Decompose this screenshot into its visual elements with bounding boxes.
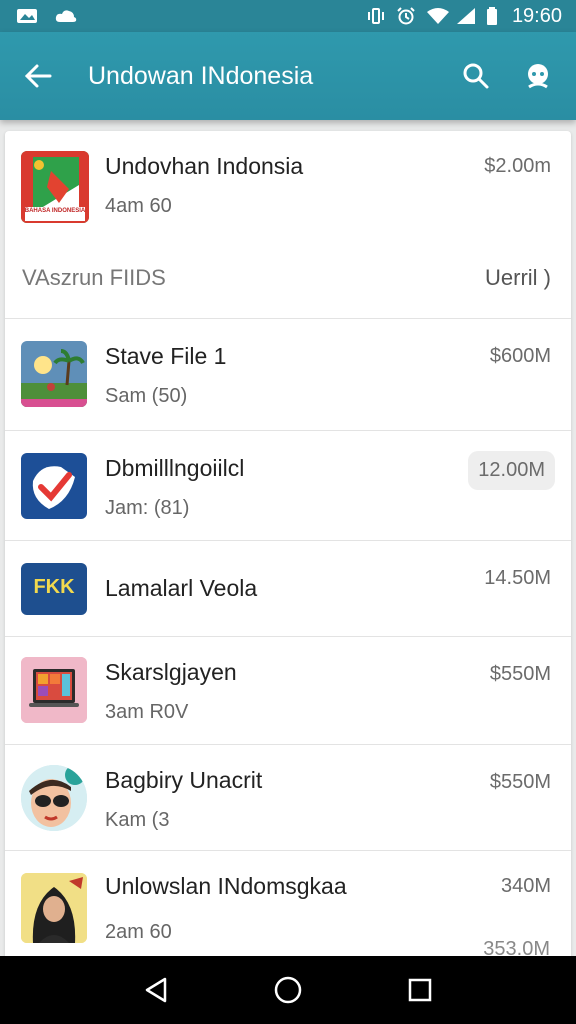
item-subtitle: 2am 60 — [105, 921, 172, 943]
search-button[interactable] — [456, 56, 496, 96]
item-title: Unlowslan INdomsgkaa — [105, 873, 347, 899]
clock: 19:60 — [511, 4, 562, 27]
vibrate-icon — [366, 7, 388, 25]
item-size: $550M — [489, 771, 551, 793]
back-triangle-icon — [145, 977, 167, 1003]
list-item[interactable]: Stave File 1 Sam (50) $600M — [5, 319, 571, 431]
list-item[interactable]: FKK Lamalarl Veola 14.50M — [5, 541, 571, 637]
sunglasses-face-icon — [21, 765, 87, 831]
app-toolbar: Undowan INdonesia — [0, 32, 576, 120]
thumb-text: FKK — [33, 576, 75, 598]
back-button[interactable] — [18, 56, 58, 96]
tablet-app-icon — [21, 657, 87, 723]
item-subtitle: 4am 60 — [105, 195, 172, 217]
search-icon — [463, 63, 489, 89]
list-item[interactable]: Skarslgjayen 3am R0V $550M — [5, 637, 571, 745]
item-size: 12.00M — [468, 451, 555, 490]
download-list: BAHASA INDONESIA Undovhan Indonsia 4am 6… — [5, 131, 571, 961]
back-arrow-icon — [24, 64, 52, 88]
section-action[interactable]: Uerril ) — [485, 265, 551, 291]
item-title: Stave File 1 — [105, 343, 227, 369]
featured-item[interactable]: BAHASA INDONESIA Undovhan Indonsia 4am 6… — [5, 131, 571, 249]
system-nav-bar — [0, 956, 576, 1024]
item-title: Bagbiry Unacrit — [105, 767, 263, 793]
item-title: Lamalarl Veola — [105, 575, 258, 601]
item-title: Dbmilllngoiilcl — [105, 455, 245, 481]
portrait-icon — [21, 873, 87, 943]
signal-icon — [456, 7, 478, 25]
list-item[interactable]: Dbmilllngoiilcl Jam: (81) 12.00M — [5, 431, 571, 541]
section-title: VAszrun FIIDS — [22, 265, 166, 290]
section-header: VAszrun FIIDS Uerril ) — [5, 249, 571, 319]
item-subtitle: Jam: (81) — [105, 497, 190, 519]
checkmark-app-icon — [21, 453, 87, 519]
alarm-icon — [396, 7, 418, 25]
flag-app-icon: BAHASA INDONESIA — [21, 151, 89, 223]
nav-home-button[interactable] — [266, 968, 310, 1012]
nav-recents-button[interactable] — [398, 968, 442, 1012]
fkk-app-icon: FKK — [21, 563, 87, 615]
thumb-caption: BAHASA INDONESIA — [24, 208, 86, 214]
page-title: Undowan INdonesia — [88, 61, 314, 90]
item-size: 14.50M — [484, 567, 551, 589]
item-subtitle: Sam (50) — [105, 385, 188, 407]
item-title: Undovhan Indonsia — [105, 153, 304, 179]
image-notification-icon — [16, 7, 38, 25]
item-size: $2.00m — [484, 155, 551, 177]
home-circle-icon — [274, 976, 302, 1004]
status-bar: 19:60 — [0, 0, 576, 32]
cloud-notification-icon — [54, 7, 77, 25]
item-subtitle: Kam (3 — [105, 809, 170, 831]
item-subtitle: 3am R0V — [105, 701, 189, 723]
list-item[interactable]: Bagbiry Unacrit Kam (3 $550M — [5, 745, 571, 851]
profile-icon — [528, 64, 548, 89]
wifi-icon — [426, 7, 449, 25]
nav-back-button[interactable] — [134, 968, 178, 1012]
beach-scene-icon — [21, 341, 87, 407]
profile-button[interactable] — [518, 56, 558, 96]
item-size: $600M — [489, 345, 551, 367]
recents-square-icon — [408, 978, 432, 1002]
item-size: 340M — [500, 875, 551, 897]
battery-icon — [486, 7, 500, 25]
item-size: $550M — [489, 663, 551, 685]
item-title: Skarslgjayen — [105, 659, 237, 685]
